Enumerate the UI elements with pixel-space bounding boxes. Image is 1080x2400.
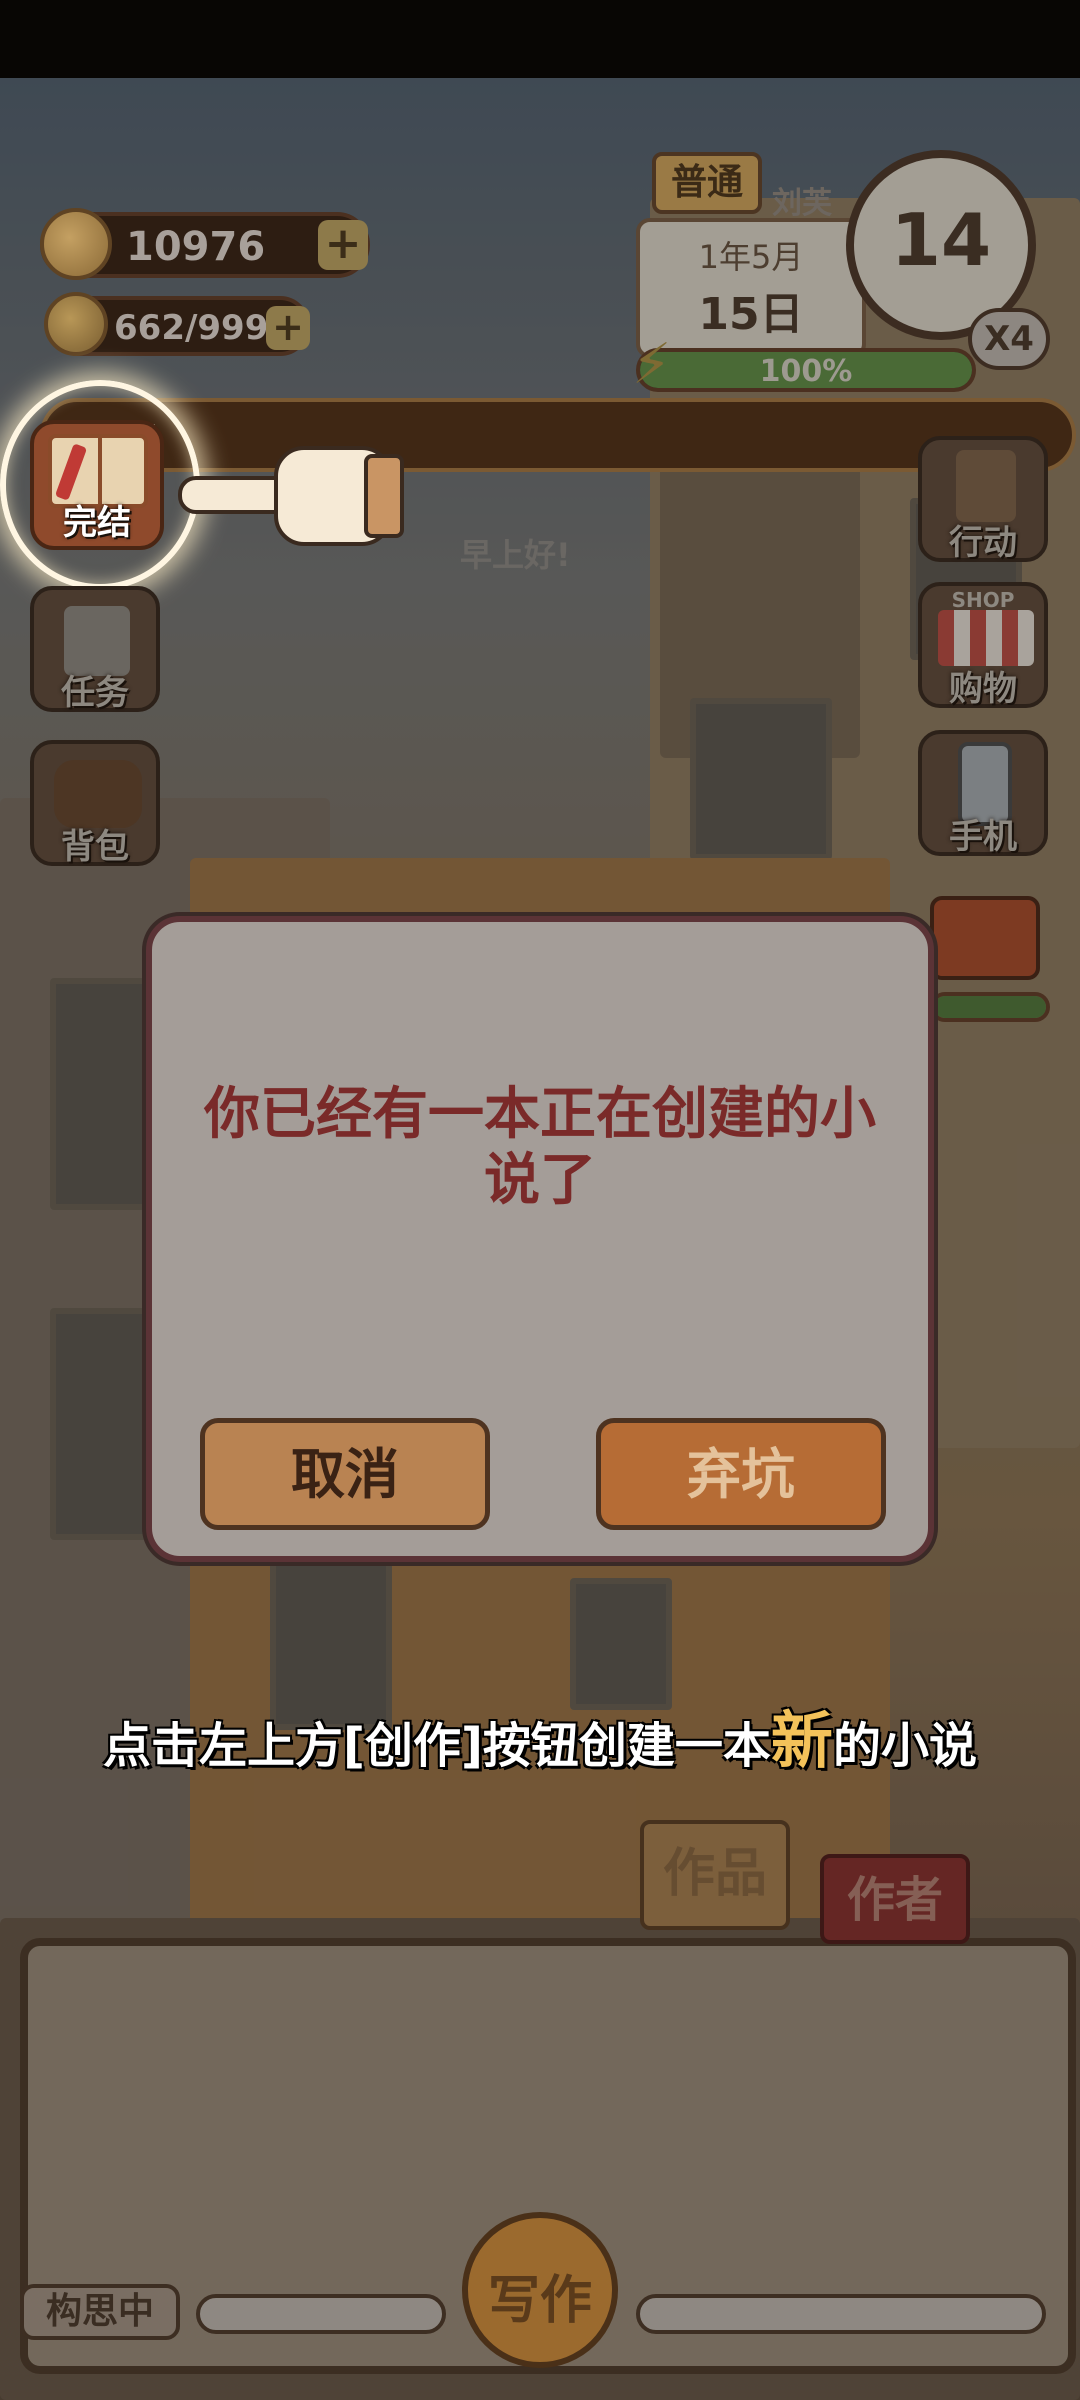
add-energy-button[interactable]: + — [266, 306, 310, 350]
tutorial-hint: 点击左上方[创作]按钮创建一本新的小说 — [0, 1690, 1080, 1780]
dialog-message: 你已经有一本正在创建的小说了 — [204, 1082, 876, 1213]
delivery-progress — [930, 992, 1050, 1022]
progress-right — [636, 2294, 1046, 2334]
stamina-percent: 100% — [759, 354, 853, 389]
hint-highlight: 新 — [770, 1704, 833, 1777]
door-icon — [956, 450, 1016, 522]
tasks-label: 任务 — [61, 673, 129, 713]
hint-text-before: 点击左上方[创作]按钮创建一本 — [103, 1718, 771, 1774]
phone-label: 手机 — [949, 817, 1017, 857]
speed-button[interactable]: X4 — [968, 308, 1050, 370]
coin-value: 10976 — [126, 224, 266, 270]
bag-button[interactable]: 背包 — [30, 740, 160, 867]
bag-icon — [54, 760, 142, 828]
progress-left — [196, 2294, 446, 2334]
abandon-button[interactable]: 弃坑 — [596, 1418, 886, 1530]
confirm-dialog: 你已经有一本正在创建的小说了 取消 弃坑 — [146, 916, 934, 1562]
action-button[interactable]: 行动 — [918, 436, 1048, 563]
clock-hour: 14 — [890, 198, 992, 282]
cancel-button[interactable]: 取消 — [200, 1418, 490, 1530]
shop-sign: SHOP — [951, 588, 1015, 612]
coin-icon — [40, 208, 112, 280]
stamina-bar: 100% — [636, 348, 976, 392]
bag-label: 背包 — [61, 827, 129, 867]
status-badge: 构思中 — [20, 2284, 180, 2340]
difficulty-badge: 普通 — [652, 152, 762, 214]
date-year-month: 1年5月 — [698, 238, 804, 276]
date-day: 15日 — [698, 289, 804, 340]
delivery-truck-icon — [930, 896, 1040, 980]
phone-button[interactable]: 手机 — [918, 730, 1048, 857]
shop-label: 购物 — [949, 669, 1017, 709]
complete-button[interactable]: 完结 — [30, 420, 164, 550]
shop-icon — [938, 610, 1034, 666]
action-label: 行动 — [949, 523, 1017, 563]
hint-text-after: 的小说 — [832, 1718, 977, 1774]
complete-label: 完结 — [63, 503, 131, 543]
shop-button[interactable]: SHOP 购物 — [918, 582, 1048, 709]
tasks-button[interactable]: 任务 — [30, 586, 160, 713]
add-coins-button[interactable]: + — [318, 220, 368, 270]
pointing-hand-icon — [178, 440, 404, 546]
write-label: 写作 — [487, 2271, 592, 2331]
lightbulb-icon — [44, 292, 108, 356]
partial-tag: 刘芙 — [772, 186, 832, 221]
lightning-icon: ⚡ — [632, 332, 672, 397]
write-button[interactable]: 写作 — [462, 2212, 618, 2368]
energy-value: 662/999 — [114, 308, 269, 348]
